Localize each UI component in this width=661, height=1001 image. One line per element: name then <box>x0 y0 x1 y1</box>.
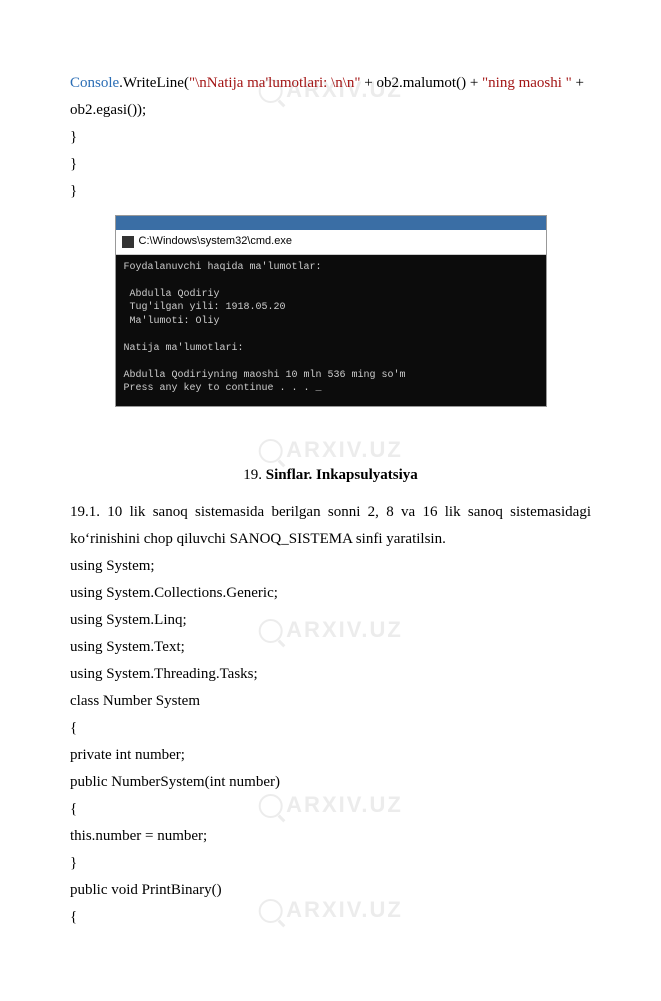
keyword-console: Console <box>70 75 119 91</box>
heading-number: 19. <box>243 467 266 483</box>
src-line: using System.Threading.Tasks; <box>70 661 591 688</box>
code-text: + <box>572 75 584 91</box>
src-line: private int number; <box>70 742 591 769</box>
console-titlebar: C:\Windows\system32\cmd.exe <box>116 230 546 255</box>
src-line: using System; <box>70 553 591 580</box>
src-line: { <box>70 796 591 823</box>
console-output: Foydalanuvchi haqida ma'lumotlar: Abdull… <box>116 255 546 406</box>
code-text: .WriteLine( <box>119 75 189 91</box>
code-text: + ob2.malumot() + <box>361 75 483 91</box>
task-description: 19.1. 10 lik sanoq sistemasida berilgan … <box>70 499 591 553</box>
code-line-1: Console.WriteLine("\nNatija ma'lumotlari… <box>70 70 591 97</box>
src-line: { <box>70 904 591 931</box>
code-close-brace: } <box>70 178 591 205</box>
cmd-icon <box>122 236 134 248</box>
code-close-brace: } <box>70 151 591 178</box>
console-top-bar <box>116 216 546 230</box>
code-line-2: ob2.egasi()); <box>70 97 591 124</box>
watermark-text: ARXIV.UZ <box>286 437 403 462</box>
src-line: public NumberSystem(int number) <box>70 769 591 796</box>
code-close-brace: } <box>70 124 591 151</box>
src-line: public void PrintBinary() <box>70 877 591 904</box>
src-line: using System.Text; <box>70 634 591 661</box>
section-heading: 19. Sinflar. Inkapsulyatsiya <box>70 462 591 489</box>
string-literal: "\nNatija ma'lumotlari: \n\n" <box>189 75 361 91</box>
heading-title: Sinflar. Inkapsulyatsiya <box>266 467 418 483</box>
string-literal: "ning maoshi " <box>482 75 572 91</box>
src-line: this.number = number; <box>70 823 591 850</box>
src-line: using System.Linq; <box>70 607 591 634</box>
console-screenshot: C:\Windows\system32\cmd.exe Foydalanuvch… <box>115 215 547 407</box>
src-line: { <box>70 715 591 742</box>
src-line: } <box>70 850 591 877</box>
src-line: class Number System <box>70 688 591 715</box>
src-line: using System.Collections.Generic; <box>70 580 591 607</box>
console-title-text: C:\Windows\system32\cmd.exe <box>139 232 292 252</box>
